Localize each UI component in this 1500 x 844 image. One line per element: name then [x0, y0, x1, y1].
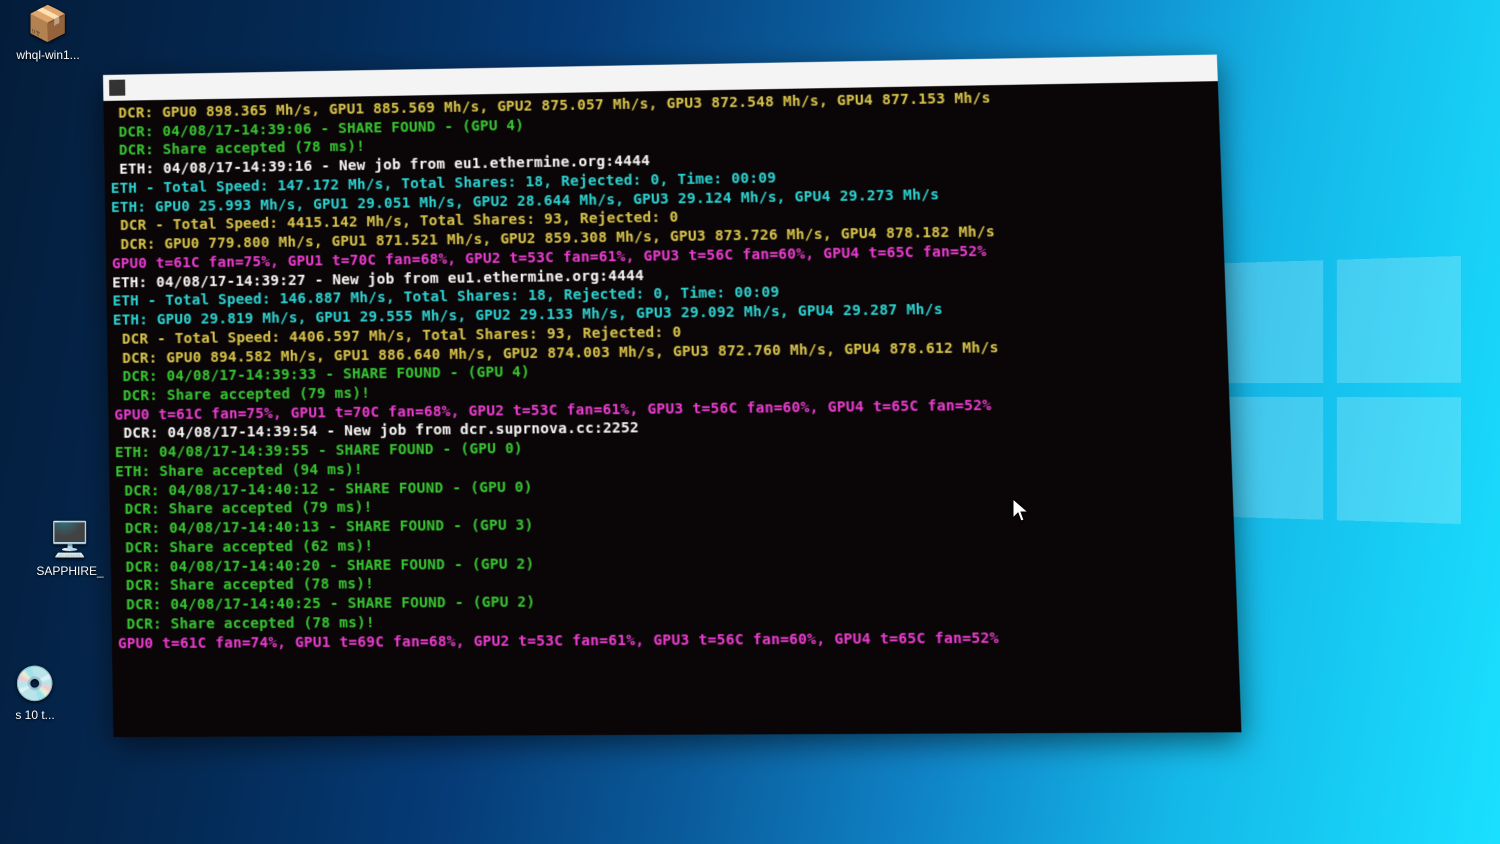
console-window[interactable]: DCR: GPU0 898.365 Mh/s, GPU1 885.569 Mh/… — [103, 55, 1241, 738]
desktop-icon-whql[interactable]: 📦 whql-win1... — [8, 4, 88, 64]
windows-logo-icon — [1207, 256, 1462, 524]
desktop-icon-label: SAPPHIRE_ — [36, 564, 103, 578]
computer-icon: 🖥️ — [30, 520, 110, 560]
desktop-wallpaper: 📦 whql-win1... 🖥️ SAPPHIRE_ 💿 s 10 t... … — [0, 0, 1500, 844]
app-icon — [109, 80, 125, 96]
package-icon: 📦 — [8, 4, 88, 44]
desktop-icon-label: s 10 t... — [15, 708, 54, 722]
terminal-output[interactable]: DCR: GPU0 898.365 Mh/s, GPU1 885.569 Mh/… — [103, 81, 1241, 737]
desktop-icon-win10[interactable]: 💿 s 10 t... — [0, 664, 70, 724]
desktop-icon-sapphire[interactable]: 🖥️ SAPPHIRE_ — [30, 520, 110, 580]
desktop-icon-label: whql-win1... — [16, 48, 79, 62]
disc-icon: 💿 — [0, 664, 70, 704]
